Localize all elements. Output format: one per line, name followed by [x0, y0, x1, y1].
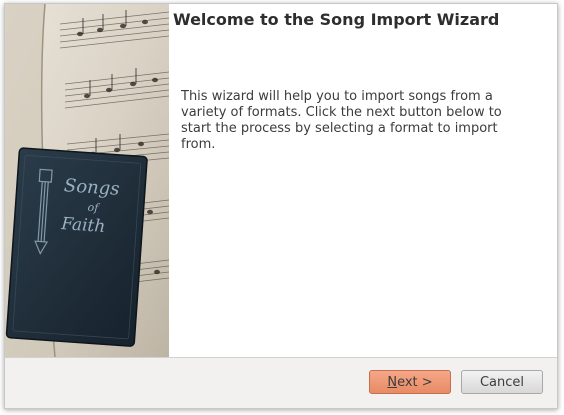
- next-button-label: ext >: [397, 375, 433, 390]
- cancel-button[interactable]: Cancel: [461, 370, 543, 394]
- wizard-title: Welcome to the Song Import Wizard: [173, 10, 500, 29]
- book-title-line3: Faith: [60, 214, 106, 237]
- wizard-side-image: Songs of Faith: [5, 4, 169, 357]
- next-button[interactable]: Next >: [369, 370, 451, 394]
- wizard-content: Welcome to the Song Import Wizard This w…: [169, 4, 557, 357]
- wizard-button-bar: Next > Cancel: [5, 357, 557, 408]
- next-button-mnemonic: N: [387, 375, 398, 390]
- wizard-description: This wizard will help you to import song…: [181, 89, 502, 152]
- book-title-line1: Songs: [63, 175, 120, 200]
- songs-of-faith-illustration: Songs of Faith: [5, 4, 169, 357]
- wizard-window: Songs of Faith Welcome to the Song Impor…: [4, 3, 558, 409]
